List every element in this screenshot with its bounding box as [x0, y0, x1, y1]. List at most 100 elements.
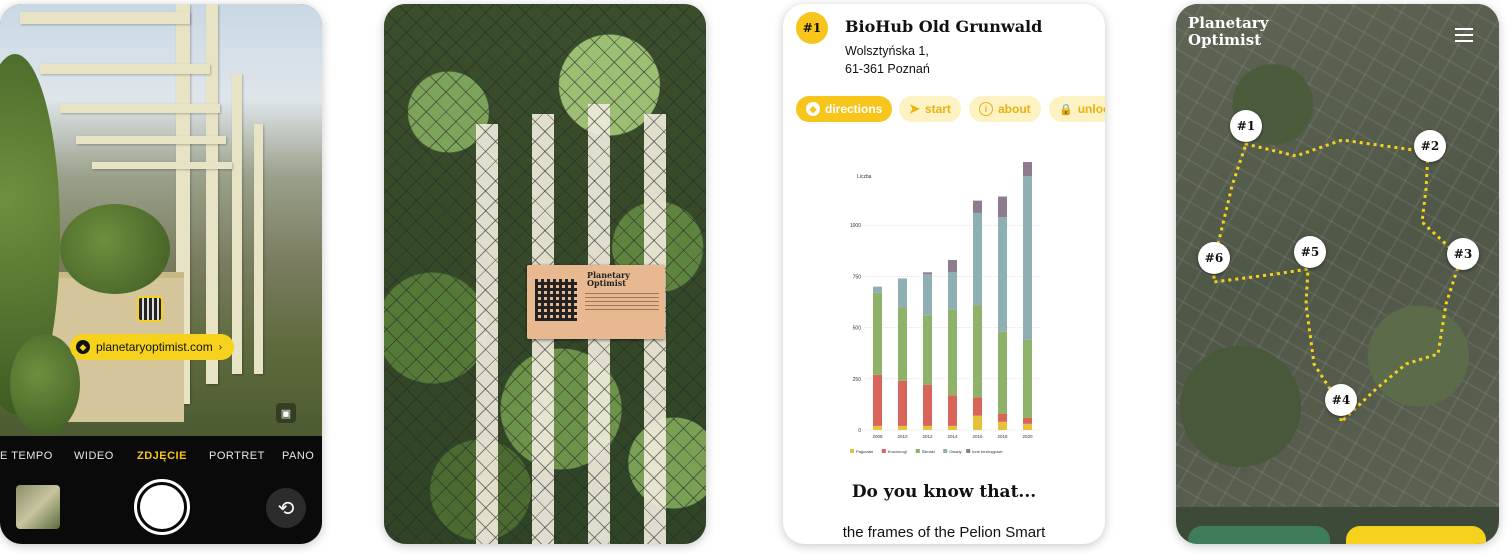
camera-flip-icon[interactable]: ⟲ [266, 488, 306, 528]
x-tick-label: 2012 [922, 434, 933, 439]
x-tick-label: 2018 [997, 434, 1008, 439]
bar-segment [1023, 417, 1032, 424]
bar-segment [923, 272, 932, 275]
map-pin-5[interactable]: #5 [1294, 236, 1326, 268]
legend-label: Inne bezkręgowe [972, 449, 1003, 454]
about-button[interactable]: i about [969, 96, 1041, 122]
legend-label: Krocionogi [888, 449, 907, 454]
bar-segment [998, 331, 1007, 414]
last-photo-thumbnail[interactable] [16, 485, 60, 529]
sign-photo: Planetary Optimist [384, 4, 706, 544]
bar-segment [998, 217, 1007, 332]
legend-swatch [850, 449, 854, 453]
bar-segment [998, 413, 1007, 422]
bottom-card-green[interactable] [1188, 526, 1330, 544]
section-title: Do you know that... [851, 482, 1037, 502]
hamburger-menu-icon[interactable] [1455, 28, 1473, 42]
y-tick-label: 250 [853, 377, 862, 383]
map-pin-3[interactable]: #3 [1447, 238, 1479, 270]
bar-segment [973, 305, 982, 398]
sign-body-text [585, 293, 659, 313]
x-tick-label: 2014 [947, 434, 958, 439]
bar-segment [923, 315, 932, 385]
x-tick-label: 2020 [1022, 434, 1033, 439]
bar-segment [1023, 176, 1032, 340]
qr-code [535, 279, 577, 321]
y-tick-label: 1000 [850, 223, 861, 229]
detected-qr-code[interactable] [137, 296, 163, 322]
mode-panorama[interactable]: PANO [282, 450, 314, 462]
bar-segment [998, 421, 1007, 430]
bar-segment [1023, 423, 1032, 430]
x-tick-label: 2010 [897, 434, 908, 439]
lock-icon: 🔒 [1059, 103, 1073, 116]
bar-segment [1023, 162, 1032, 177]
bar-segment [948, 260, 957, 273]
map-pin-1[interactable]: #1 [1230, 110, 1262, 142]
y-axis-label: Liczba [857, 174, 872, 180]
satellite-map[interactable]: Planetary Optimist #1 #2 #3 #4 #5 #6 [1176, 4, 1499, 507]
legend-swatch [881, 449, 886, 453]
bar-segment [948, 272, 957, 310]
bar-segment [923, 274, 932, 316]
qr-link-chip[interactable]: ◆ planetaryoptimist.com › [70, 334, 235, 360]
directions-button[interactable]: ◆ directions [796, 96, 893, 122]
bar-segment [923, 425, 932, 430]
camera-mode-selector: E TEMPO WIDEO ZDJĘCIE PORTRET PANO [0, 450, 322, 466]
legend-label: Pajęczaki [856, 449, 873, 454]
location-detail-screen: #1 BioHub Old Grunwald Wolsztyńska 1, 61… [783, 4, 1105, 544]
brand-logo[interactable]: Planetary Optimist [1188, 15, 1268, 49]
mode-video[interactable]: WIDEO [74, 450, 114, 462]
bar-segment [873, 292, 882, 375]
legend-label: Ślimaki [922, 449, 935, 454]
map-pin-2[interactable]: #2 [1414, 130, 1446, 162]
chevron-right-icon: › [218, 341, 223, 353]
text-scan-icon[interactable]: ▣ [276, 403, 296, 423]
bar-segment [1023, 339, 1032, 418]
section-body-text: the frames of the Pelion Smart [842, 524, 1046, 541]
y-tick-label: 500 [853, 326, 862, 332]
bar-segment [873, 286, 882, 293]
bar-segment [973, 397, 982, 416]
bar-segment [948, 309, 957, 396]
x-tick-label: 2016 [972, 434, 983, 439]
bar-segment [898, 307, 907, 381]
navigation-arrow-icon: ➤ [909, 101, 920, 116]
species-bar-chart: Liczba 0 250 500 750 1000 2008 2010 2012 2014 2016… [850, 162, 1040, 454]
mode-time-lapse[interactable]: E TEMPO [0, 450, 53, 462]
sign-logo: Planetary Optimist [587, 270, 630, 288]
diamond-arrow-icon: ◆ [806, 102, 820, 116]
map-screen: Planetary Optimist #1 #2 #3 #4 #5 #6 [1176, 4, 1499, 544]
bar-segment [898, 380, 907, 426]
bar-segment [898, 278, 907, 308]
map-pin-4[interactable]: #4 [1325, 384, 1357, 416]
mode-portrait[interactable]: PORTRET [209, 450, 265, 462]
bar-segment [898, 425, 907, 430]
legend-swatch [966, 449, 971, 453]
qr-link-text: planetaryoptimist.com [96, 340, 213, 354]
mode-photo[interactable]: ZDJĘCIE [137, 450, 187, 462]
info-icon: i [979, 102, 993, 116]
bottom-card-yellow[interactable] [1346, 526, 1486, 544]
legend-swatch [943, 449, 948, 453]
map-pin-6[interactable]: #6 [1198, 242, 1230, 274]
bar-segment [973, 212, 982, 306]
compass-icon: ◆ [76, 340, 90, 354]
bar-segment [948, 395, 957, 426]
bar-segment [923, 384, 932, 426]
shutter-button[interactable] [134, 479, 190, 535]
y-tick-label: 0 [858, 428, 861, 434]
legend-swatch [915, 449, 920, 453]
bar-segment [873, 374, 882, 426]
bar-segment [973, 200, 982, 213]
bar-segment [998, 196, 1007, 218]
unlock-button[interactable]: 🔒 unlock [1049, 96, 1105, 122]
start-button[interactable]: ➤ start [899, 96, 961, 122]
legend-label: Owady [949, 449, 961, 454]
bar-segment [948, 425, 957, 430]
camera-screen: ◆ planetaryoptimist.com › ▣ E TEMPO WIDE… [0, 4, 322, 544]
camera-viewfinder: ◆ planetaryoptimist.com › ▣ [0, 4, 322, 436]
bar-segment [873, 425, 882, 430]
y-tick-label: 750 [853, 274, 862, 280]
wooden-qr-sign: Planetary Optimist [527, 265, 665, 339]
